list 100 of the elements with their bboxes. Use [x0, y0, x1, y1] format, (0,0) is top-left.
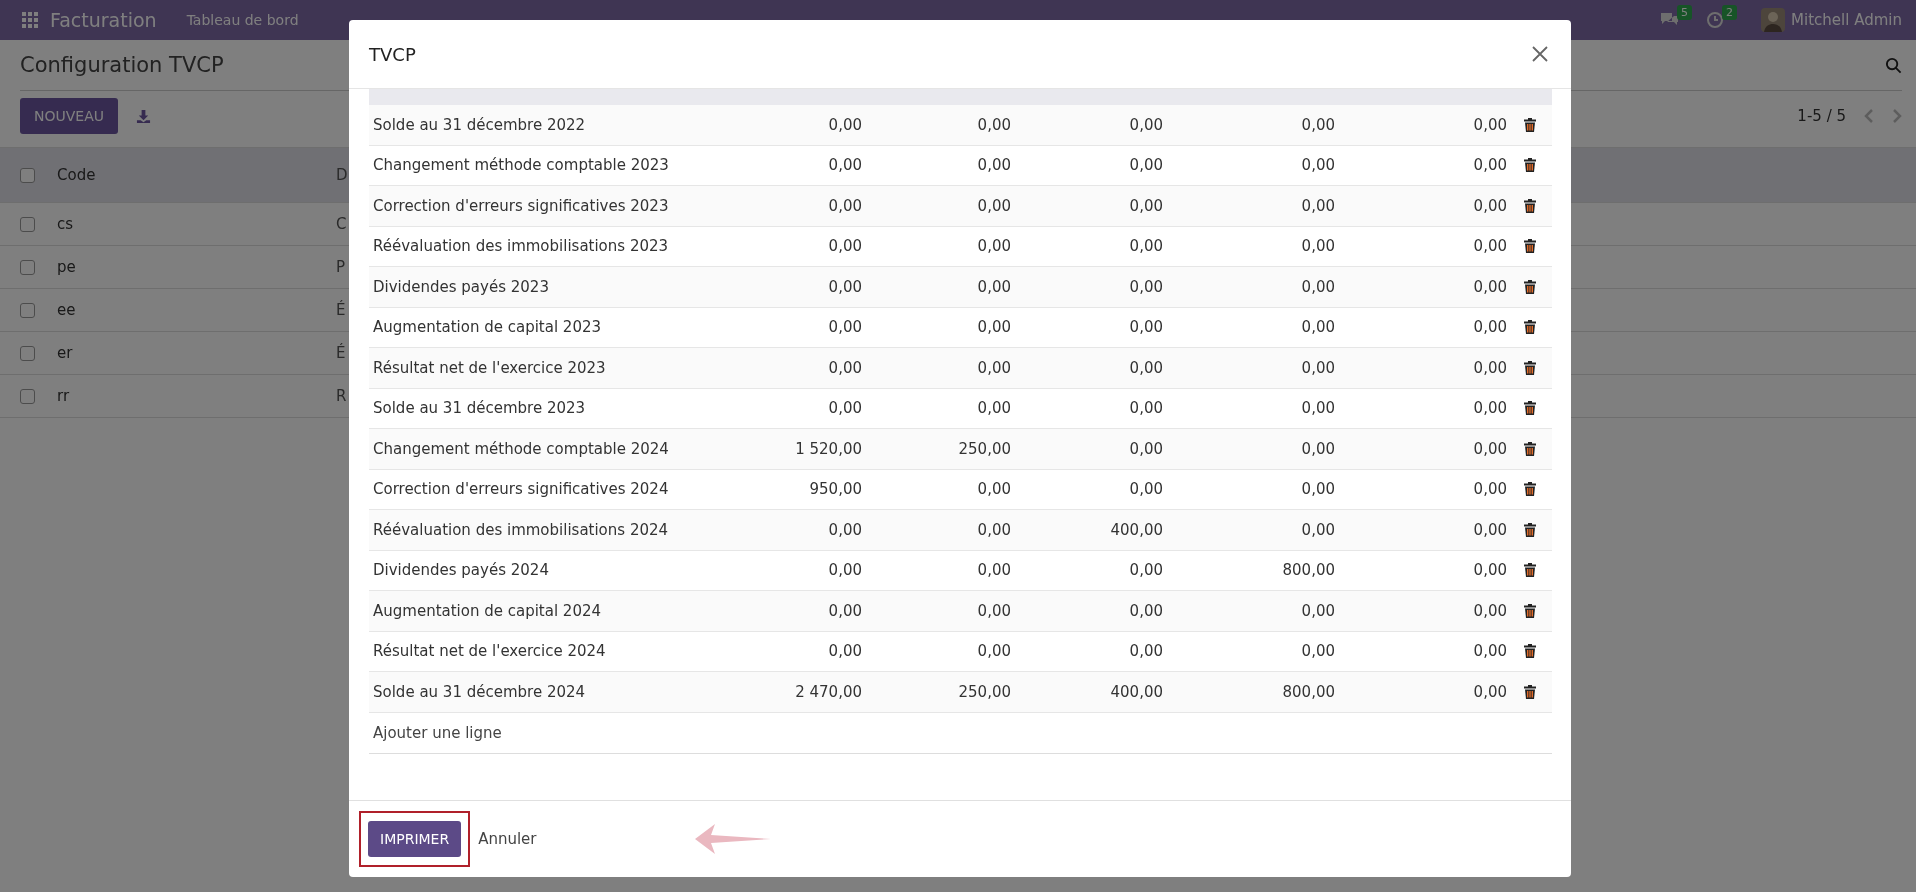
table-cell-text: cs	[57, 215, 75, 233]
app-grid-icon[interactable]	[22, 12, 38, 28]
table-cell-text: 0,00	[976, 561, 1011, 580]
table-cell-text: 0,00	[976, 318, 1011, 337]
row-checkbox[interactable]	[20, 345, 35, 361]
table-cell-text: 0,00	[1128, 480, 1163, 499]
print-button[interactable]: IMPRIMER	[368, 821, 462, 857]
table-cell-text: Changement méthode comptable 2023	[372, 156, 670, 175]
table-cell-text: 0,00	[1128, 115, 1163, 134]
table-cell-text: 250,00	[957, 682, 1011, 701]
table-cell-text: 0,00	[1300, 358, 1335, 377]
row-checkbox[interactable]	[20, 388, 35, 404]
table-cell: P	[336, 258, 346, 276]
column-header[interactable]: Code	[57, 166, 336, 184]
download-icon[interactable]	[136, 108, 151, 124]
table-cell-text: 0,00	[1472, 318, 1507, 337]
table-cell-text: 0,00	[1128, 399, 1163, 418]
table-cell-text: 0,00	[1128, 642, 1163, 661]
table-cell-text: 0,00	[827, 642, 862, 661]
table-cell-text: 0,00	[1472, 561, 1507, 580]
menu-item[interactable]: Tableau de bord	[186, 12, 299, 28]
table-cell-text: 0,00	[827, 399, 862, 418]
trash-icon[interactable]	[1523, 279, 1536, 294]
trash-icon[interactable]	[1523, 603, 1536, 618]
table-cell-text: 0,00	[1300, 601, 1335, 620]
table-cell-text: 0,00	[1300, 196, 1335, 215]
table-cell-text: 0,00	[1300, 520, 1335, 539]
trash-icon[interactable]	[1523, 401, 1536, 416]
activity-count-badge: 2	[1722, 5, 1738, 20]
table-cell-text: 0,00	[976, 520, 1011, 539]
table-cell: É	[336, 344, 346, 362]
table-cell-text: 0,00	[1128, 561, 1163, 580]
trash-icon[interactable]	[1523, 158, 1536, 173]
trash-icon[interactable]	[1523, 198, 1536, 213]
table-cell-text: er	[57, 344, 74, 362]
table-cell-text: pe	[57, 258, 77, 276]
table-cell-text: 800,00	[1281, 561, 1335, 580]
trash-icon[interactable]	[1523, 441, 1536, 456]
trash-icon[interactable]	[1523, 360, 1536, 375]
search-icon[interactable]	[1885, 56, 1902, 74]
table-cell-text: 950,00	[808, 480, 862, 499]
table-cell-text: 0,00	[1472, 115, 1507, 134]
table-cell-text: 800,00	[1281, 682, 1335, 701]
table-cell-text: 0,00	[976, 642, 1011, 661]
trash-icon[interactable]	[1523, 320, 1536, 335]
table-cell-text: 0,00	[827, 358, 862, 377]
table-cell-text: Réévaluation des immobilisations 2023	[372, 237, 670, 256]
table-cell-text: Solde au 31 décembre 2022	[372, 115, 587, 134]
table-cell-text: Résultat net de l'exercice 2023	[372, 358, 607, 377]
table-cell-text: ee	[57, 301, 77, 319]
table-cell-text: 0,00	[1472, 520, 1507, 539]
row-checkbox[interactable]	[20, 216, 35, 232]
table-cell-text: Changement méthode comptable 2024	[372, 439, 670, 458]
table-cell-text: 0,00	[1128, 237, 1163, 256]
row-checkbox[interactable]	[20, 302, 35, 318]
user-avatar-icon[interactable]	[1761, 8, 1786, 32]
add-line-link[interactable]: Ajouter une ligne	[373, 723, 502, 742]
table-cell-text: Solde au 31 décembre 2023	[372, 399, 587, 418]
trash-icon[interactable]	[1523, 644, 1536, 659]
table-cell-text: 0,00	[827, 520, 862, 539]
table-cell-text: Réévaluation des immobilisations 2024	[372, 520, 670, 539]
trash-icon[interactable]	[1523, 563, 1536, 578]
table-cell-text: 0,00	[1300, 156, 1335, 175]
table-cell-text: 0,00	[1128, 156, 1163, 175]
table-cell-text: 0,00	[1472, 601, 1507, 620]
table-cell-text: Résultat net de l'exercice 2024	[372, 642, 607, 661]
table-cell-text: 0,00	[1300, 642, 1335, 661]
close-icon[interactable]	[1531, 45, 1549, 63]
table-cell-text: Correction d'erreurs significatives 2024	[372, 480, 670, 499]
table-cell-text: Correction d'erreurs significatives 2023	[372, 196, 670, 215]
new-button[interactable]: NOUVEAU	[20, 98, 118, 134]
table-cell-text: 1 520,00	[794, 439, 862, 458]
trash-icon[interactable]	[1523, 117, 1536, 132]
column-header[interactable]: D	[336, 166, 348, 184]
row-checkbox[interactable]	[20, 259, 35, 275]
table-cell-text: 0,00	[1472, 642, 1507, 661]
table-cell-text: 0,00	[1300, 277, 1335, 296]
table-cell-text: 2 470,00	[794, 682, 862, 701]
table-cell: R	[336, 387, 347, 405]
table-cell-text: 0,00	[1128, 277, 1163, 296]
table-cell-text: 0,00	[1300, 399, 1335, 418]
user-name[interactable]: Mitchell Admin	[1791, 11, 1902, 29]
dialog-title: TVCP	[369, 43, 416, 65]
trash-icon[interactable]	[1523, 482, 1536, 497]
trash-icon[interactable]	[1523, 239, 1536, 254]
table-cell-text: 0,00	[976, 277, 1011, 296]
select-all-checkbox[interactable]	[20, 167, 35, 183]
cancel-link[interactable]: Annuler	[478, 830, 537, 848]
app-name[interactable]: Facturation	[50, 9, 157, 31]
table-cell-text: 0,00	[1128, 358, 1163, 377]
trash-icon[interactable]	[1523, 684, 1536, 699]
table-cell-text: 0,00	[1472, 358, 1507, 377]
table-cell-text: Augmentation de capital 2024	[372, 601, 603, 620]
table-cell-text: Dividendes payés 2024	[372, 561, 550, 580]
table-cell-text: 0,00	[827, 115, 862, 134]
trash-icon[interactable]	[1523, 522, 1536, 537]
table-cell-text: 0,00	[1300, 480, 1335, 499]
table-cell-text: 0,00	[827, 277, 862, 296]
table-cell-text: 250,00	[957, 439, 1011, 458]
table-cell-text: 0,00	[976, 399, 1011, 418]
